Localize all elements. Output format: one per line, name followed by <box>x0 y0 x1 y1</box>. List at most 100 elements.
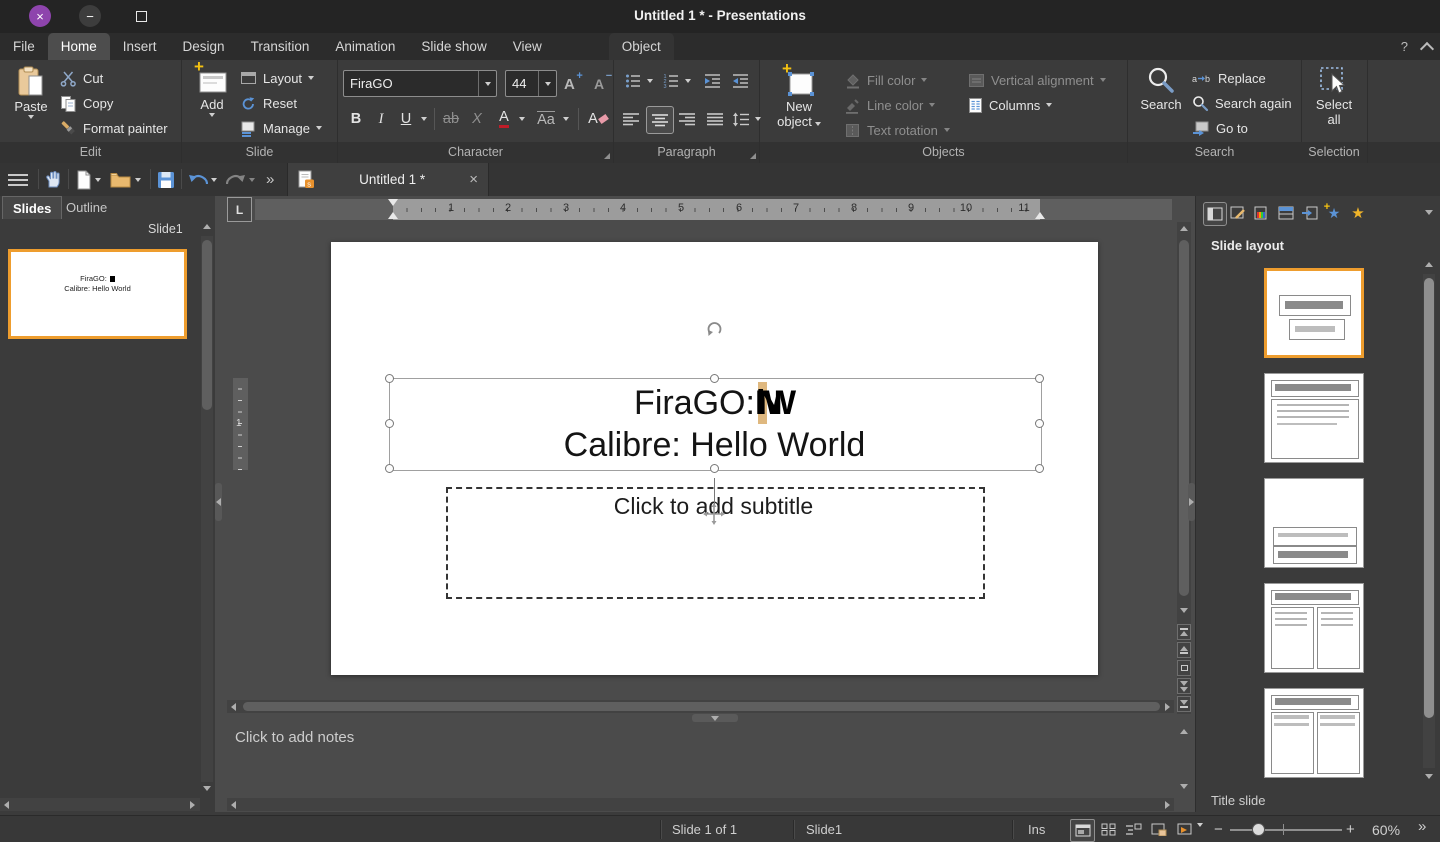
italic-button[interactable]: I <box>370 106 392 132</box>
notes-view-button[interactable] <box>1147 819 1170 840</box>
new-object-button[interactable]: + Newobject <box>766 63 832 129</box>
tab-slides[interactable]: Slides <box>2 196 62 219</box>
canvas-hscrollbar-thumb[interactable] <box>243 702 1160 711</box>
notes-scroll-up-icon[interactable] <box>1180 729 1188 734</box>
align-right-button[interactable] <box>674 106 700 132</box>
font-color-dropdown[interactable] <box>516 106 528 132</box>
font-color-button[interactable]: A <box>492 106 516 132</box>
redo-button[interactable] <box>226 169 246 190</box>
menu-transition[interactable]: Transition <box>238 33 323 60</box>
canvas-vscrollbar-thumb[interactable] <box>1179 240 1189 596</box>
next-slide-button[interactable] <box>1177 678 1191 694</box>
toolbar-overflow-button[interactable]: » <box>266 169 274 190</box>
numbered-list-dropdown[interactable] <box>682 68 694 94</box>
change-case-dropdown[interactable] <box>560 106 572 132</box>
search-again-button[interactable]: Search again <box>1192 91 1292 115</box>
notes-splitter-grip[interactable] <box>692 714 738 722</box>
left-margin-marker[interactable] <box>388 212 398 219</box>
grow-font-button[interactable]: A+ <box>564 72 575 96</box>
change-case-button[interactable]: Aa <box>532 106 560 132</box>
handle-top-center[interactable] <box>710 374 719 383</box>
paste-dropdown-icon[interactable] <box>28 115 34 119</box>
pan-tool-button[interactable] <box>44 169 62 190</box>
canvas-scroll-left-icon[interactable] <box>231 703 236 711</box>
previous-slide-button[interactable] <box>1177 642 1191 658</box>
vertical-alignment-button[interactable]: Vertical alignment <box>968 68 1106 92</box>
handle-mid-right[interactable] <box>1035 419 1044 428</box>
slides-scroll-down-icon[interactable] <box>203 786 211 791</box>
layout-card-title-two-content[interactable] <box>1264 688 1364 778</box>
bold-button[interactable]: B <box>344 106 368 132</box>
menu-toggle-button[interactable] <box>8 169 28 190</box>
justify-button[interactable] <box>702 106 728 132</box>
go-last-slide-button[interactable] <box>1177 696 1191 712</box>
shrink-font-button[interactable]: A− <box>594 72 604 96</box>
horizontal-ruler[interactable]: 1 2 3 4 5 6 7 8 9 10 11 <box>255 199 1172 220</box>
slides-scroll-right-icon[interactable] <box>190 801 195 809</box>
layout-button[interactable]: Layout <box>240 66 314 90</box>
redo-dropdown[interactable] <box>249 169 255 190</box>
layout-card-two-content[interactable] <box>1264 583 1364 673</box>
add-slide-dropdown-icon[interactable] <box>209 113 215 117</box>
canvas-scroll-right-icon[interactable] <box>1165 703 1170 711</box>
sidebar-menu-icon[interactable] <box>1425 210 1433 215</box>
font-size-dropdown[interactable] <box>538 71 556 96</box>
layout-card-title-slide[interactable] <box>1264 268 1364 358</box>
notes-scroll-right-icon[interactable] <box>1165 801 1170 809</box>
replace-button[interactable]: ab Replace <box>1192 66 1266 90</box>
title-line-2[interactable]: Calibre: Hello World <box>389 426 1040 465</box>
slideshow-dropdown[interactable] <box>1197 827 1203 842</box>
handle-top-right[interactable] <box>1035 374 1044 383</box>
font-name-combo[interactable]: FiraGO <box>343 70 497 97</box>
collapse-ribbon-icon[interactable] <box>1420 41 1434 55</box>
notes-scroll-down-icon[interactable] <box>1180 784 1188 789</box>
align-left-button[interactable] <box>618 106 644 132</box>
notes-scroll-left-icon[interactable] <box>231 801 236 809</box>
undo-dropdown[interactable] <box>211 169 217 190</box>
right-margin-marker[interactable] <box>1035 212 1045 219</box>
insert-mode-status[interactable]: Ins <box>1028 822 1045 837</box>
format-painter-button[interactable]: Format painter <box>60 116 168 140</box>
statusbar-overflow-button[interactable]: » <box>1418 818 1426 835</box>
search-button[interactable]: Search <box>1136 63 1186 112</box>
slides-scroll-left-icon[interactable] <box>4 801 9 809</box>
slide-sorter-view-button[interactable] <box>1097 819 1120 840</box>
numbered-list-button[interactable]: 123 <box>660 68 682 94</box>
menu-file[interactable]: File <box>0 33 48 60</box>
zoom-slider-track[interactable] <box>1230 829 1342 831</box>
open-file-dropdown[interactable] <box>135 169 141 190</box>
rotate-handle-icon[interactable] <box>705 320 724 339</box>
slide-name-status[interactable]: Slide1 <box>806 822 842 837</box>
vertical-ruler[interactable]: 1 <box>233 378 248 470</box>
notes-placeholder[interactable]: Click to add notes <box>235 729 354 746</box>
text-rotation-button[interactable]: Text rotation <box>844 118 950 142</box>
canvas-scroll-up-icon[interactable] <box>1180 226 1188 231</box>
font-size-combo[interactable]: 44 <box>505 70 557 97</box>
shadow-button[interactable]: X <box>466 106 488 132</box>
slide-thumbnail[interactable]: FiraGO: Calibre: Hello World <box>8 249 187 339</box>
layout-card-centered-text[interactable] <box>1264 478 1364 568</box>
slides-scrollbar-thumb[interactable] <box>202 240 212 410</box>
zoom-in-button[interactable]: + <box>1346 821 1355 838</box>
sidebar-animation-tab[interactable]: ★+ <box>1323 202 1345 224</box>
sidebar-effects-tab[interactable]: ★ <box>1347 202 1369 224</box>
copy-button[interactable]: Copy <box>60 91 113 115</box>
outline-view-button[interactable] <box>1122 819 1145 840</box>
menu-insert[interactable]: Insert <box>110 33 170 60</box>
help-button[interactable]: ? <box>1401 39 1408 54</box>
normal-view-button[interactable] <box>1070 819 1095 842</box>
font-name-value[interactable]: FiraGO <box>344 76 478 91</box>
handle-mid-left[interactable] <box>385 419 394 428</box>
font-name-dropdown[interactable] <box>478 71 496 96</box>
line-spacing-button[interactable] <box>730 106 752 132</box>
start-slideshow-button[interactable] <box>1173 819 1196 840</box>
handle-bottom-left[interactable] <box>385 464 394 473</box>
collapse-left-panel-grip[interactable] <box>215 483 222 521</box>
bullet-list-button[interactable] <box>622 68 644 94</box>
zoom-slider-knob[interactable] <box>1252 823 1265 836</box>
menu-slideshow[interactable]: Slide show <box>408 33 499 60</box>
handle-bottom-right[interactable] <box>1035 464 1044 473</box>
layout-card-title-content[interactable] <box>1264 373 1364 463</box>
menu-view[interactable]: View <box>500 33 555 60</box>
goto-button[interactable]: Go to <box>1192 116 1248 140</box>
